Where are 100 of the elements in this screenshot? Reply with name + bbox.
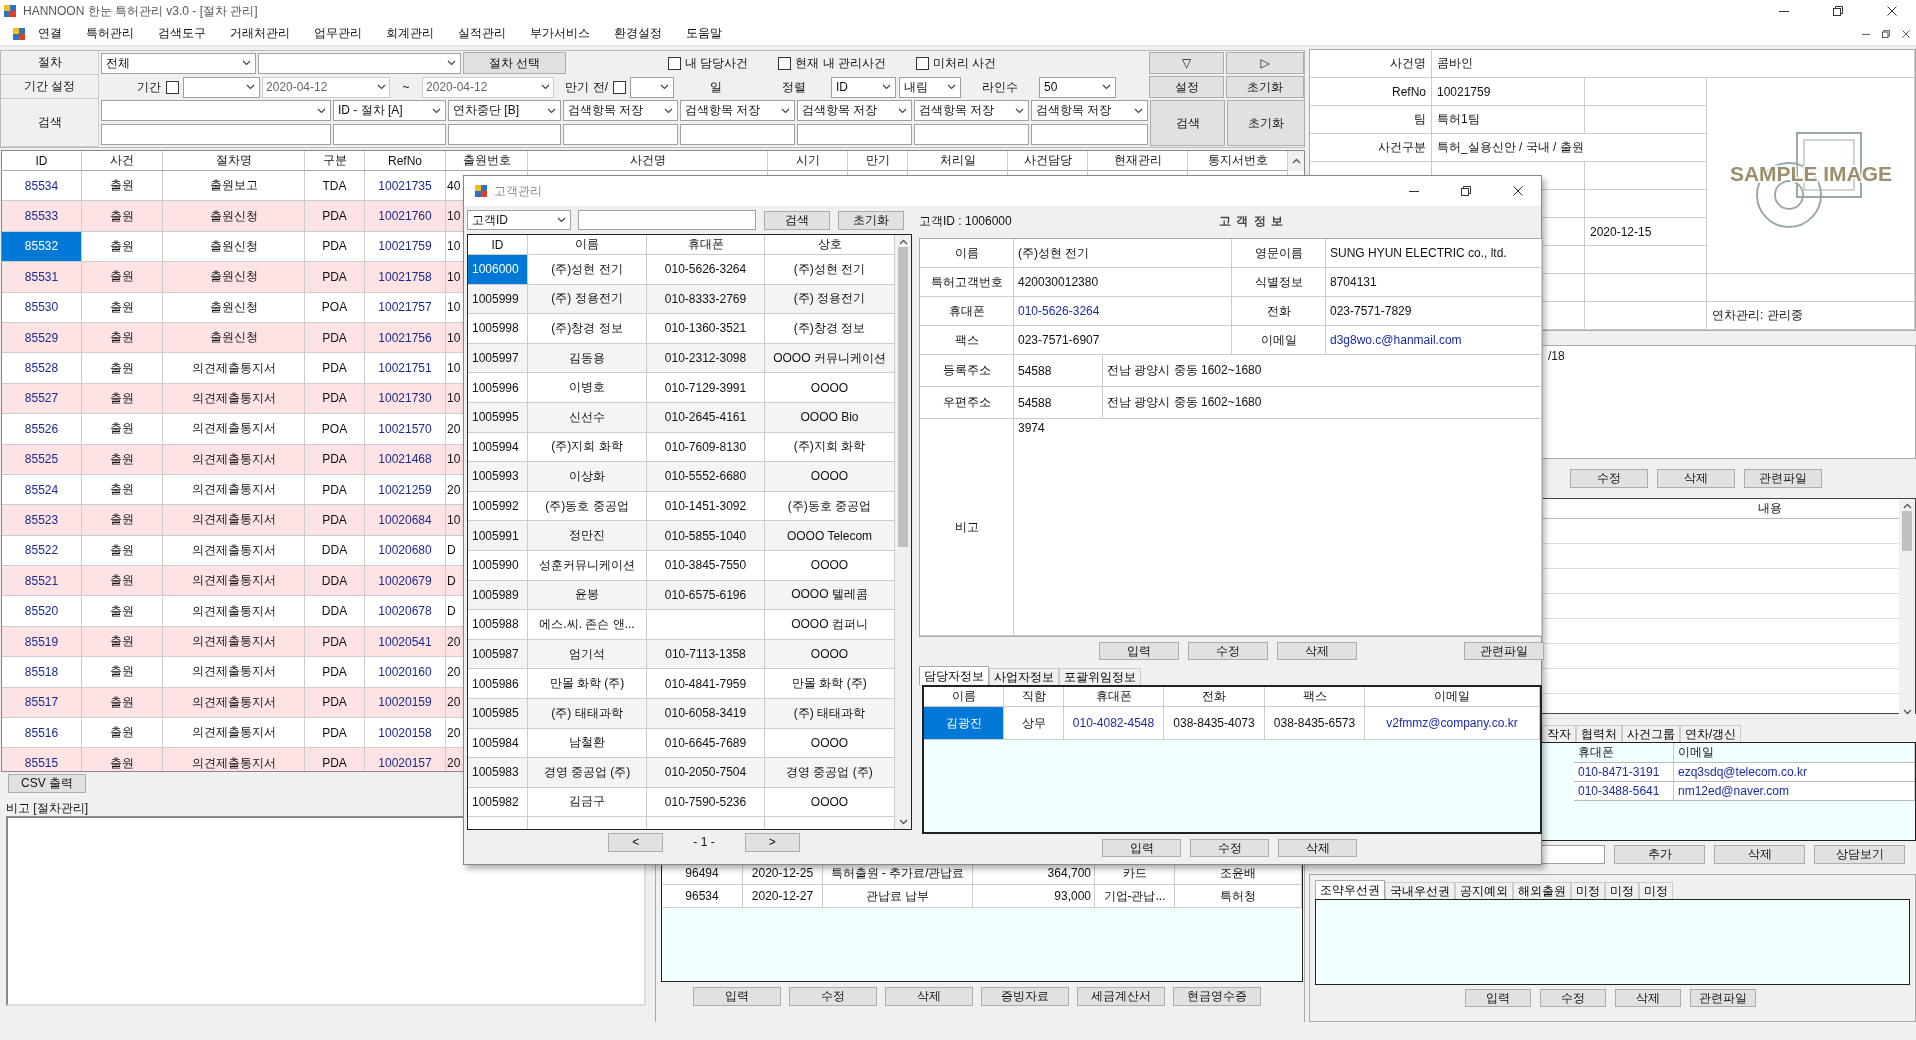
button[interactable]: 증빙자료 — [981, 987, 1069, 1006]
checkbox[interactable] — [668, 56, 681, 70]
reset-button[interactable]: 초기화 — [838, 210, 904, 230]
dropdown[interactable]: 검색항목 저장 — [797, 100, 912, 121]
previous-page-button[interactable]: < — [608, 832, 664, 852]
button[interactable]: 현금영수증 — [1173, 987, 1261, 1006]
column-header[interactable]: 구분 — [305, 151, 365, 171]
button[interactable]: 수정 — [1570, 469, 1648, 488]
dropdown[interactable]: 검색항목 저장 — [914, 100, 1029, 121]
button[interactable]: 삭제 — [885, 987, 973, 1006]
column-header[interactable]: 통지서번호 — [1188, 151, 1288, 171]
scrollbar[interactable] — [895, 235, 911, 829]
tab[interactable]: 미정 — [1571, 882, 1605, 899]
button[interactable]: 입력 — [1465, 989, 1531, 1007]
tab[interactable]: 조약우선권 — [1315, 880, 1385, 899]
tab[interactable]: 연차/갱신 — [1680, 725, 1742, 742]
dropdown[interactable]: ID - 절차 [A] — [333, 100, 446, 121]
reset-button[interactable]: 초기화 — [1226, 76, 1304, 98]
input-field[interactable] — [680, 124, 795, 145]
button[interactable]: 입력 — [693, 987, 781, 1006]
dropdown[interactable]: 내림 — [899, 76, 961, 98]
search-button[interactable]: 검색 — [1150, 100, 1225, 146]
procedure-select-button[interactable]: 절차 선택 — [463, 52, 566, 74]
dropdown[interactable]: 검색항목 저장 — [563, 100, 678, 121]
button[interactable]: 관련파일 — [1744, 469, 1822, 488]
column-header[interactable]: 출원번호 — [446, 151, 528, 171]
menu-item[interactable]: 부가서비스 — [518, 25, 602, 42]
column-header[interactable]: 현재관리 — [1088, 151, 1188, 171]
menu-item[interactable]: 특허관리 — [74, 25, 146, 42]
scroll-up-icon[interactable] — [1291, 158, 1301, 164]
button[interactable]: 수정 — [1540, 989, 1606, 1007]
checkbox[interactable] — [613, 80, 626, 94]
search-field[interactable] — [578, 210, 756, 230]
button[interactable]: 삭제 — [1714, 845, 1805, 864]
column-header[interactable]: 휴대폰 — [647, 235, 765, 255]
checkbox[interactable] — [166, 80, 179, 94]
menu-item[interactable]: 도움말 — [674, 25, 734, 42]
dropdown[interactable]: 연차중단 [B] — [448, 100, 561, 121]
input-field[interactable] — [333, 124, 446, 145]
column-header[interactable]: 사건 — [82, 151, 163, 171]
button[interactable]: 입력 — [1099, 642, 1179, 660]
menu-item[interactable]: 실적관리 — [446, 25, 518, 42]
button[interactable]: 수정 — [1190, 839, 1269, 857]
close-icon[interactable] — [1513, 186, 1523, 196]
button[interactable]: 세금계산서 — [1077, 987, 1165, 1006]
dropdown[interactable] — [101, 100, 331, 121]
dropdown[interactable]: 50 — [1039, 76, 1116, 98]
column-header[interactable]: 만기 — [848, 151, 908, 171]
button[interactable]: 추가 — [1614, 845, 1705, 864]
button[interactable]: 입력 — [1102, 839, 1181, 857]
column-header[interactable]: RefNo — [365, 151, 446, 171]
scroll-thumb[interactable] — [898, 247, 908, 547]
button[interactable]: 관련파일 — [1690, 989, 1756, 1007]
input-field[interactable] — [914, 124, 1029, 145]
tab[interactable]: 해외출원 — [1513, 882, 1571, 899]
button[interactable]: 상담보기 — [1814, 845, 1905, 864]
memo-field[interactable] — [6, 816, 646, 1006]
column-header[interactable]: 내용 — [1757, 500, 1782, 517]
dropdown[interactable]: 고객ID — [467, 210, 571, 230]
scroll-thumb[interactable] — [1902, 511, 1912, 551]
tab[interactable]: 미정 — [1639, 882, 1673, 899]
button[interactable]: 삭제 — [1278, 839, 1357, 857]
settings-button[interactable]: 설정 — [1149, 76, 1224, 98]
restore-icon[interactable] — [1882, 29, 1890, 38]
dropdown[interactable]: 검색항목 저장 — [680, 100, 795, 121]
column-header[interactable]: ID — [2, 151, 82, 171]
menu-item[interactable]: 검색도구 — [146, 25, 218, 42]
input-field[interactable] — [1031, 124, 1148, 145]
csv-export-button[interactable]: CSV 출력 — [8, 773, 86, 793]
column-header[interactable]: 이름 — [528, 235, 647, 255]
tab[interactable]: 사업자정보 — [989, 668, 1059, 685]
tab[interactable]: 미정 — [1605, 882, 1639, 899]
tab[interactable]: 담당자정보 — [919, 666, 989, 685]
input-field[interactable] — [448, 124, 561, 145]
tab[interactable]: 작자 — [1542, 725, 1576, 742]
tab[interactable]: 협력처 — [1576, 725, 1622, 742]
column-header[interactable]: 사건담당 — [1008, 151, 1088, 171]
tab[interactable]: 사건그룹 — [1622, 725, 1680, 742]
reset-button[interactable]: 초기화 — [1227, 100, 1305, 146]
button[interactable]: 수정 — [789, 987, 877, 1006]
scroll-up-icon[interactable] — [898, 239, 908, 245]
button[interactable]: 삭제 — [1615, 989, 1681, 1007]
scroll-down-icon[interactable] — [898, 819, 908, 825]
checkbox[interactable] — [778, 56, 792, 70]
checkbox[interactable] — [916, 56, 929, 70]
input-field[interactable] — [563, 124, 678, 145]
column-header[interactable]: 처리일 — [908, 151, 1008, 171]
dropdown[interactable]: 전체 — [101, 52, 256, 74]
column-header[interactable]: 사건명 — [528, 151, 768, 171]
filter-button[interactable]: ▽ — [1149, 52, 1224, 74]
dropdown[interactable] — [258, 52, 461, 74]
date-field[interactable]: 2020-04-12 — [422, 76, 554, 98]
close-icon[interactable] — [1902, 29, 1910, 38]
search-button[interactable]: 검색 — [764, 210, 830, 230]
menu-item[interactable]: 거래처관리 — [218, 25, 302, 42]
close-icon[interactable] — [1887, 6, 1897, 16]
restore-icon[interactable] — [1833, 6, 1843, 16]
dropdown[interactable]: 검색항목 저장 — [1031, 100, 1148, 121]
column-header[interactable]: 절차명 — [163, 151, 305, 171]
files-button[interactable]: 관련파일 — [1464, 642, 1544, 660]
